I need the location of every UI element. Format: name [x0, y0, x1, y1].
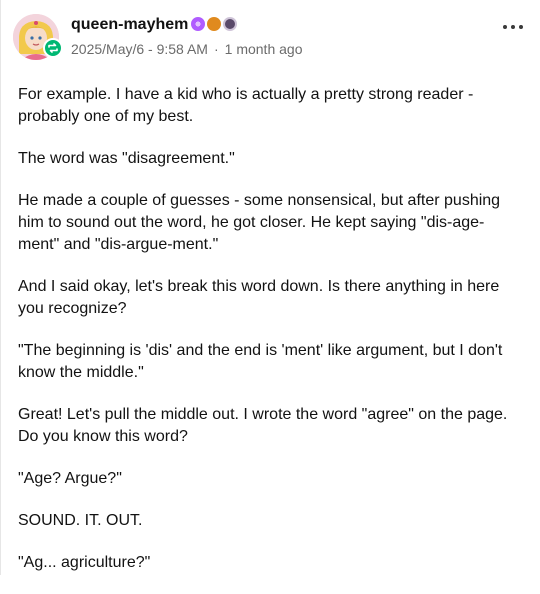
- paragraph: He made a couple of guesses - some nonse…: [18, 192, 501, 253]
- more-dot: [511, 25, 515, 29]
- paragraph: "Age? Argue?": [18, 470, 122, 487]
- paragraph: Great! Let's pull the middle out. I wrot…: [18, 406, 508, 445]
- reblog-icon: [43, 38, 63, 58]
- paragraph: For example. I have a kid who is actuall…: [18, 86, 474, 125]
- post-card: queen-mayhem 2025/May/6 - 9:58 AM · 1 mo…: [0, 0, 540, 575]
- paragraph: And I said okay, let's break this word d…: [18, 278, 500, 317]
- paragraph: SOUND. IT. OUT.: [18, 512, 143, 529]
- paragraph: The word was "disagreement.": [18, 150, 235, 167]
- user-badges: [191, 17, 237, 31]
- post-header: queen-mayhem 2025/May/6 - 9:58 AM · 1 mo…: [1, 0, 540, 70]
- more-dot: [503, 25, 507, 29]
- meta-separator: ·: [213, 41, 219, 57]
- badge-orange-icon[interactable]: [207, 17, 221, 31]
- more-options-icon[interactable]: [503, 25, 523, 29]
- post-date[interactable]: 2025/May/6 - 9:58 AM: [71, 41, 208, 57]
- post-body: For example. I have a kid who is actuall…: [18, 84, 523, 594]
- post-meta: 2025/May/6 - 9:58 AM · 1 month ago: [71, 41, 302, 57]
- paragraph: "The beginning is 'dis' and the end is '…: [18, 342, 503, 381]
- paragraph: "Ag... agriculture?": [18, 554, 151, 571]
- badge-dark-icon[interactable]: [223, 17, 237, 31]
- more-dot: [519, 25, 523, 29]
- badge-purple-icon[interactable]: [191, 17, 205, 31]
- username-link[interactable]: queen-mayhem: [71, 16, 188, 34]
- post-relative-time: 1 month ago: [224, 41, 303, 57]
